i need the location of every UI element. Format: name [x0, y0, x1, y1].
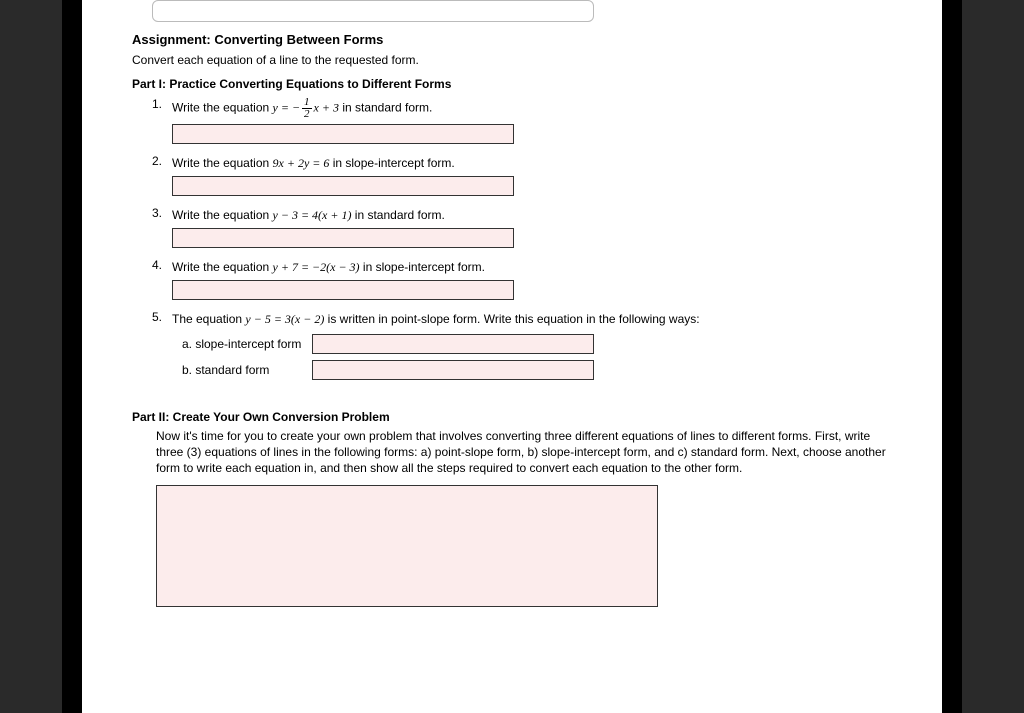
part2-title: Part II: Create Your Own Conversion Prob…: [132, 410, 892, 424]
question-number: 2.: [152, 154, 172, 168]
question-4: 4. Write the equation y + 7 = −2(x − 3) …: [152, 258, 892, 276]
question-5: 5. The equation y − 5 = 3(x − 2) is writ…: [152, 310, 892, 328]
question-number: 3.: [152, 206, 172, 220]
answer-box-1[interactable]: [172, 124, 514, 144]
sub-label: a. slope-intercept form: [182, 337, 312, 351]
question-3: 3. Write the equation y − 3 = 4(x + 1) i…: [152, 206, 892, 224]
intro-text: Convert each equation of a line to the r…: [132, 53, 892, 67]
question-text: The equation y − 5 = 3(x − 2) is written…: [172, 310, 700, 328]
answer-box-2[interactable]: [172, 176, 514, 196]
question-text: Write the equation y + 7 = −2(x − 3) in …: [172, 258, 485, 276]
question-1: 1. Write the equation y = −12x + 3 in st…: [152, 97, 892, 120]
part1-title: Part I: Practice Converting Equations to…: [132, 77, 892, 91]
answer-box-5a[interactable]: [312, 334, 594, 354]
question-5b: b. standard form: [182, 360, 892, 380]
assignment-title: Assignment: Converting Between Forms: [132, 32, 892, 47]
page: Assignment: Converting Between Forms Con…: [82, 0, 942, 713]
question-number: 1.: [152, 97, 172, 111]
fraction: 12: [302, 97, 312, 120]
answer-box-3[interactable]: [172, 228, 514, 248]
answer-box-4[interactable]: [172, 280, 514, 300]
question-text: Write the equation y = −12x + 3 in stand…: [172, 97, 432, 120]
question-text: Write the equation 9x + 2y = 6 in slope-…: [172, 154, 455, 172]
question-number: 5.: [152, 310, 172, 324]
sub-label: b. standard form: [182, 363, 312, 377]
answer-box-5b[interactable]: [312, 360, 594, 380]
part2-description: Now it's time for you to create your own…: [156, 428, 892, 477]
part2-answer-box[interactable]: [156, 485, 658, 607]
question-2: 2. Write the equation 9x + 2y = 6 in slo…: [152, 154, 892, 172]
outer-frame: Assignment: Converting Between Forms Con…: [62, 0, 962, 713]
question-number: 4.: [152, 258, 172, 272]
question-5a: a. slope-intercept form: [182, 334, 892, 354]
top-input-field[interactable]: [152, 0, 594, 22]
question-text: Write the equation y − 3 = 4(x + 1) in s…: [172, 206, 445, 224]
